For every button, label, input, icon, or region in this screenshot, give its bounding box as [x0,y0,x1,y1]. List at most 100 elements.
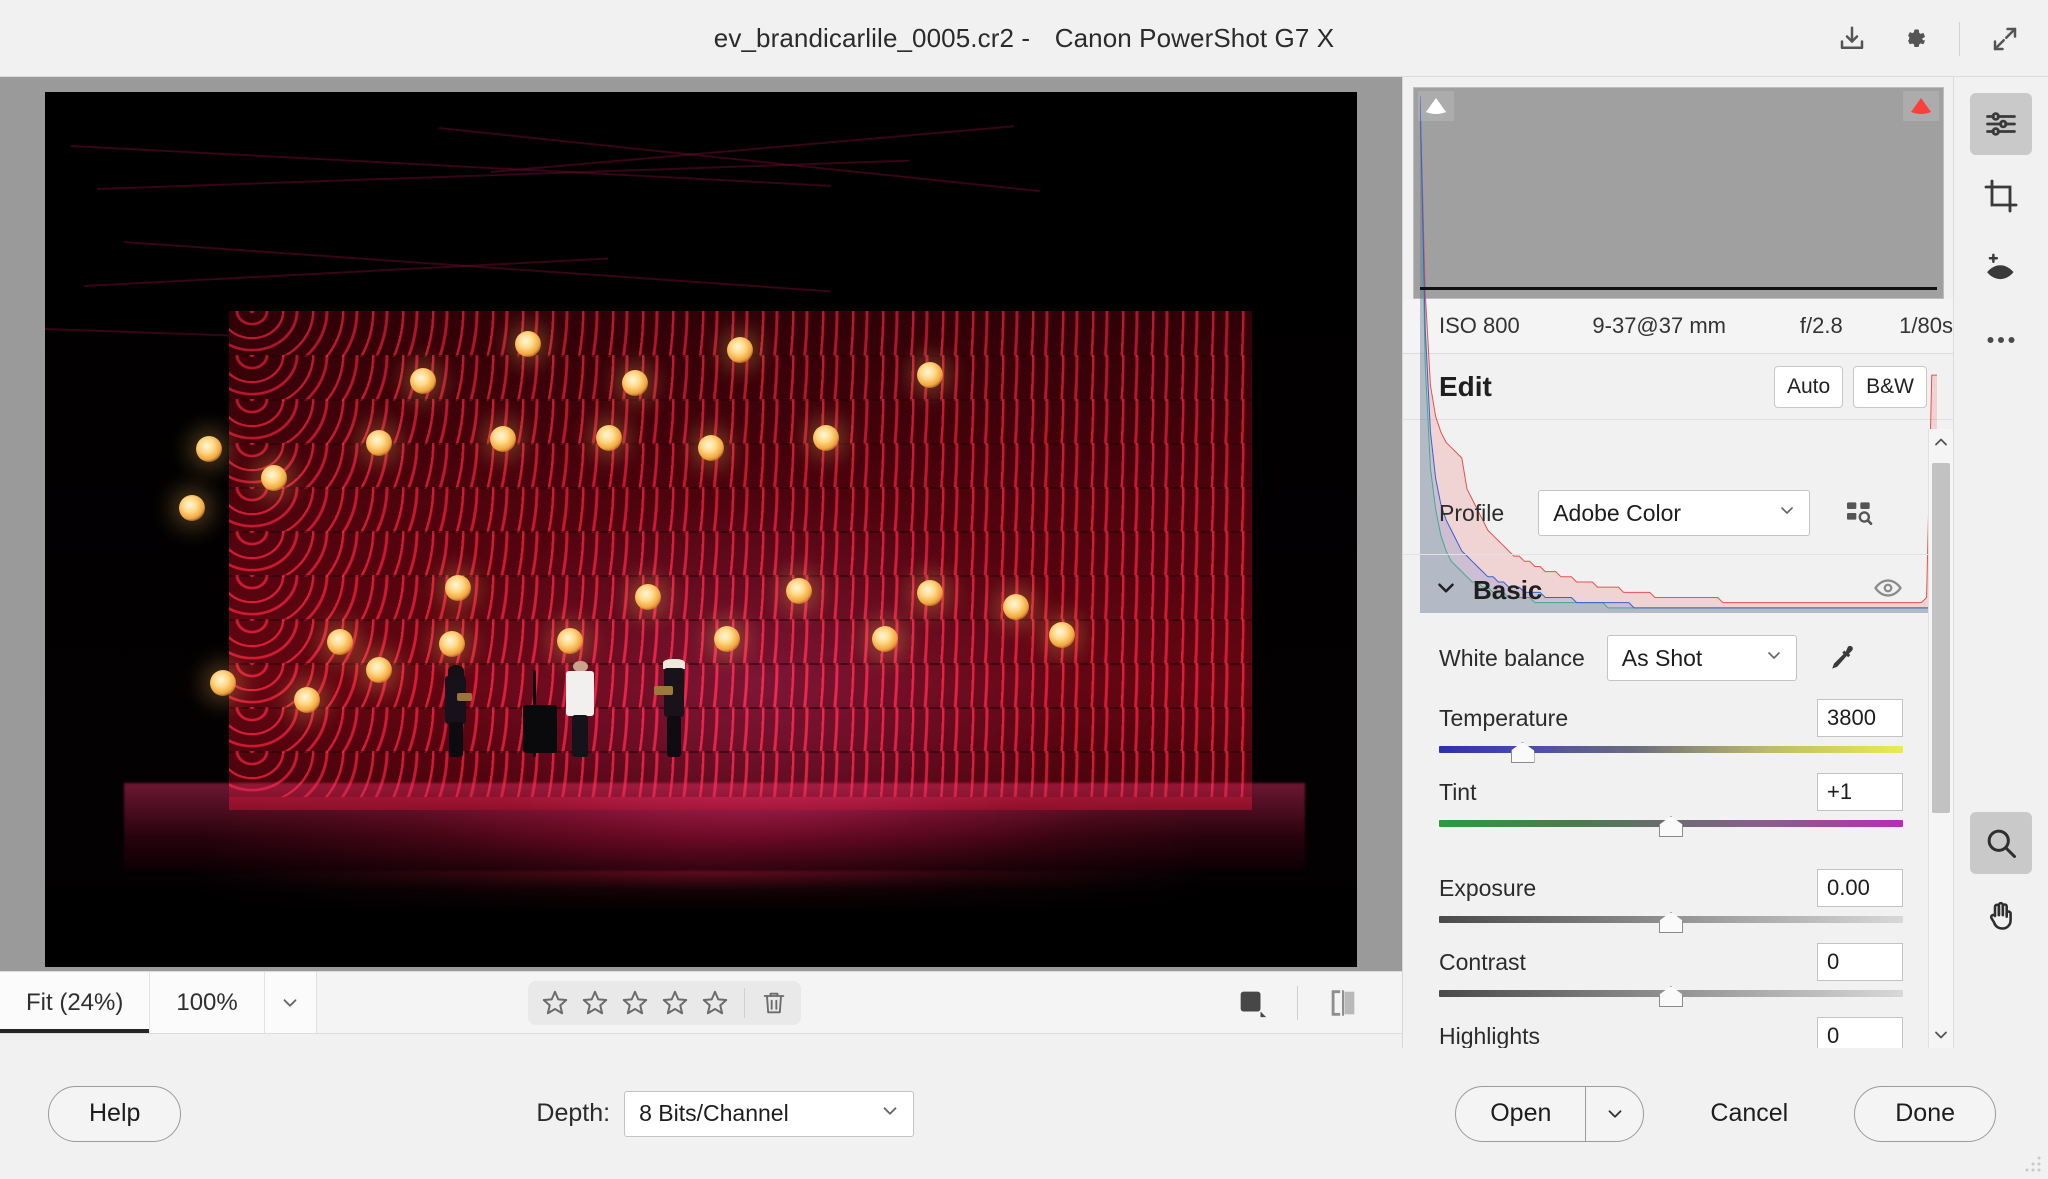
edit-panel-scroll-content: Profile Adobe Color Basic White balance … [1403,472,1929,1048]
camera-raw-window: ev_brandicarlile_0005.cr2 - Canon PowerS… [0,0,2048,1179]
star-outline-icon[interactable] [658,986,692,1020]
photo-globe-light [812,424,839,451]
star-outline-icon[interactable] [578,986,612,1020]
slider-contrast[interactable]: Contrast 0 [1403,940,1929,1008]
profile-browser-icon[interactable] [1836,490,1882,536]
photo-globe-light [596,424,623,451]
slider-value-field[interactable]: 0.00 [1817,869,1903,907]
profile-label: Profile [1439,499,1505,526]
profile-row: Profile Adobe Color [1403,472,1929,554]
slider-label: Tint [1439,778,1477,805]
sliders-icon[interactable] [1970,93,2032,155]
tool-rail [1953,77,2048,1048]
basic-section-title: Basic [1473,575,1543,605]
eye-icon[interactable] [1873,573,1903,608]
bottom-bar-actions: Open Cancel Done [1455,1085,2048,1142]
chevron-down-icon [1777,500,1797,527]
rgb-histogram[interactable] [1413,87,1944,613]
slider-temperature[interactable]: Temperature 3800 [1403,696,1929,764]
star-outline-icon[interactable] [618,986,652,1020]
white-balance-value: As Shot [1621,644,1703,671]
depth-label: Depth: [536,1099,611,1127]
star-outline-icon[interactable] [538,986,572,1020]
cancel-button[interactable]: Cancel [1676,1086,1822,1142]
slider-track-area[interactable] [1439,742,1903,764]
zoom-100-tab[interactable]: 100% [150,972,265,1033]
ellipsis-icon[interactable] [1970,309,2032,371]
photo-globe-light [445,575,472,601]
basic-section-header[interactable]: Basic [1403,554,1929,626]
trash-icon[interactable] [757,986,791,1020]
slider-label: Temperature [1439,704,1569,731]
photo-performer-center [565,660,596,757]
eyedropper-icon[interactable] [1819,635,1865,681]
slider-value-field[interactable]: 0 [1817,1017,1903,1048]
open-split-button[interactable]: Open [1455,1085,1645,1142]
photo-curtain [228,310,1253,810]
scroll-up-icon[interactable] [1929,429,1953,455]
rating-control[interactable] [527,980,801,1025]
help-button[interactable]: Help [48,1085,182,1142]
profile-select[interactable]: Adobe Color [1538,490,1811,536]
slider-exposure[interactable]: Exposure 0.00 [1403,866,1929,934]
slider-track-area[interactable] [1439,912,1903,934]
depth-group: Depth: 8 Bits/Channel [536,1090,915,1137]
save-icon[interactable] [1825,12,1879,66]
hand-icon[interactable] [1970,884,2032,946]
slider-track[interactable] [1439,746,1903,753]
bottom-bar: Help Depth: 8 Bits/Channel Open Cancel D… [0,1048,2048,1179]
scroll-down-icon[interactable] [1929,1022,1953,1048]
before-after-compare-icon[interactable] [1314,977,1372,1029]
depth-value: 8 Bits/Channel [639,1100,789,1126]
view-toolbar-right [1223,972,1402,1033]
concert-photo[interactable] [45,92,1357,967]
resize-grip[interactable] [2024,1155,2042,1173]
chevron-down-icon[interactable] [1433,575,1459,606]
photo-globe-light [489,426,516,453]
white-balance-label: White balance [1439,644,1585,671]
depth-select[interactable]: 8 Bits/Channel [624,1090,915,1137]
red-eye-icon[interactable] [1970,237,2032,299]
done-button[interactable]: Done [1854,1085,1996,1142]
slider-value-field[interactable]: +1 [1817,773,1903,811]
star-outline-icon[interactable] [698,986,732,1020]
chevron-down-icon [1764,645,1784,672]
photo-frame[interactable] [45,92,1357,967]
slider-value-field[interactable]: 3800 [1817,699,1903,737]
photo-globe-light [635,583,662,610]
chevron-down-icon[interactable] [264,972,317,1033]
white-balance-select[interactable]: As Shot [1606,635,1797,681]
chevron-down-icon [879,1100,901,1128]
background-color-swatch[interactable] [1223,977,1281,1029]
edit-panel-scrollbar[interactable] [1928,429,1953,1048]
view-toolbar-divider [1296,985,1298,1020]
magnifier-icon[interactable] [1970,812,2032,874]
slider-highlights[interactable]: Highlights 0 [1403,1014,1929,1048]
crop-icon[interactable] [1970,165,2032,227]
photo-amp [522,704,557,753]
title-bar: ev_brandicarlile_0005.cr2 - Canon PowerS… [0,0,2048,77]
slider-track-area[interactable] [1439,816,1903,838]
gear-icon[interactable] [1887,12,1941,66]
slider-track-area[interactable] [1439,986,1903,1008]
titlebar-divider [1959,21,1960,56]
slider-value-field[interactable]: 0 [1817,943,1903,981]
highlight-clipping-toggle[interactable] [1903,91,1939,121]
photo-globe-light [409,367,436,394]
shadow-clipping-toggle[interactable] [1418,91,1454,121]
slider-tint[interactable]: Tint +1 [1403,770,1929,838]
chevron-down-icon[interactable] [1585,1086,1643,1141]
zoom-fit-tab[interactable]: Fit (24%) [0,972,151,1033]
scrollbar-thumb[interactable] [1932,463,1950,813]
expand-arrows-icon[interactable] [1978,12,2032,66]
photo-globe-light [210,669,237,696]
view-toolbar: Fit (24%) 100% [0,971,1402,1034]
title-bar-actions [1825,0,2032,77]
photo-globe-light [786,577,813,604]
photo-performer-right [654,659,689,757]
open-button[interactable]: Open [1456,1087,1585,1141]
photo-audience-silhouette [45,870,1357,967]
window-title: ev_brandicarlile_0005.cr2 - Canon PowerS… [714,23,1334,54]
image-canvas-area[interactable] [0,77,1402,971]
slider-label: Contrast [1439,948,1526,975]
